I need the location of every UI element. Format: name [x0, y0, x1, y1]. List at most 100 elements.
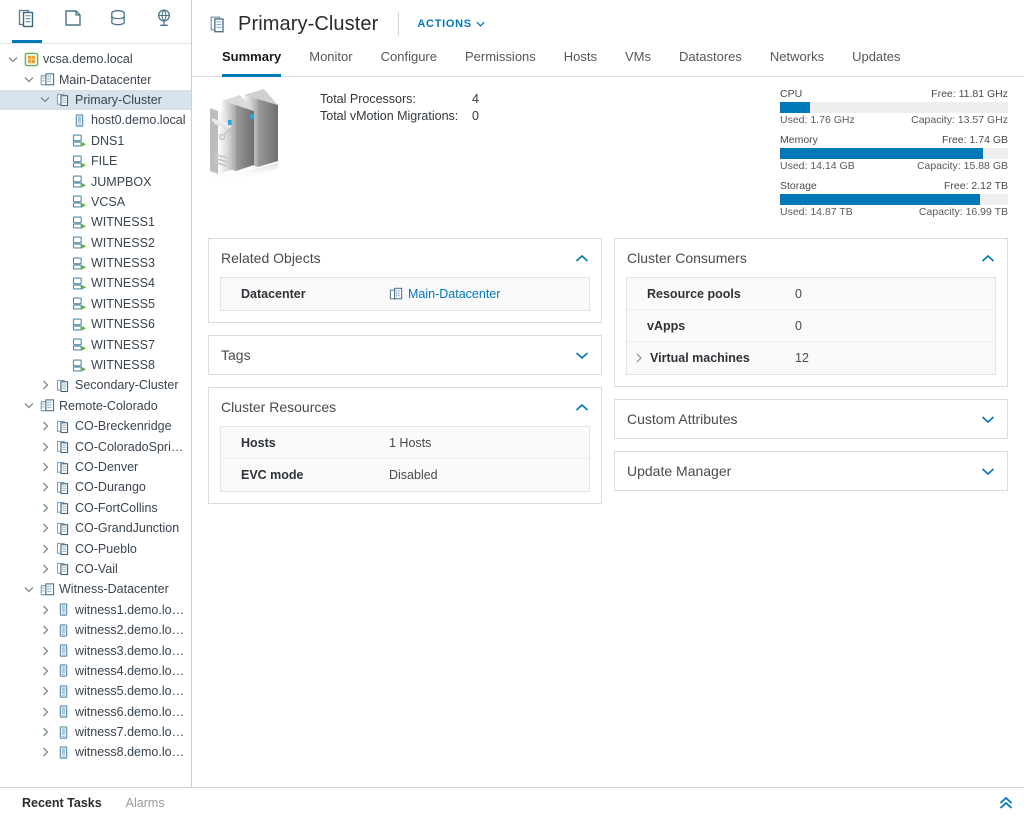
tree-item-witness2[interactable]: WITNESS2 [0, 233, 191, 253]
card-header-cluster-consumers[interactable]: Cluster Consumers [615, 239, 1007, 277]
chevron-right-icon[interactable] [36, 380, 54, 390]
inventory-tree[interactable]: vcsa.demo.local Main-Datacenter Primary-Cl… [0, 44, 191, 787]
tab-summary[interactable]: Summary [208, 48, 295, 77]
tree-item-witness5[interactable]: WITNESS5 [0, 294, 191, 314]
chevron-right-icon[interactable] [36, 503, 54, 513]
tab-permissions[interactable]: Permissions [451, 48, 550, 76]
tree-item-witness4[interactable]: WITNESS4 [0, 273, 191, 293]
header-divider [398, 12, 400, 36]
bottom-tab-recent-tasks[interactable]: Recent Tasks [10, 796, 114, 810]
tree-item-witness1[interactable]: WITNESS1 [0, 212, 191, 232]
bottom-tab-alarms[interactable]: Alarms [114, 796, 177, 810]
tree-item-witness2-demo-local[interactable]: witness2.demo.local [0, 620, 191, 640]
tree-item-vcsa-demo-local[interactable]: vcsa.demo.local [0, 49, 191, 69]
tab-networks[interactable]: Networks [756, 48, 838, 76]
datacenter-icon [389, 287, 403, 301]
chevron-down-icon[interactable] [575, 351, 589, 360]
tab-hosts[interactable]: Hosts [550, 48, 611, 76]
chevron-right-icon[interactable] [36, 747, 54, 757]
chevron-up-icon[interactable] [575, 403, 589, 412]
tree-item-jumpbox[interactable]: JUMPBOX [0, 171, 191, 191]
tab-datastores[interactable]: Datastores [665, 48, 756, 76]
chevron-right-icon[interactable] [36, 523, 54, 533]
inventory-tab-vms-and-templates[interactable] [50, 1, 96, 43]
tree-item-witness4-demo-local[interactable]: witness4.demo.local [0, 661, 191, 681]
chevron-up-icon[interactable] [981, 254, 995, 263]
table-row: Hosts 1 Hosts [221, 427, 589, 459]
tree-item-witness3[interactable]: WITNESS3 [0, 253, 191, 273]
tree-item-remote-colorado[interactable]: Remote-Colorado [0, 396, 191, 416]
tree-item-main-datacenter[interactable]: Main-Datacenter [0, 69, 191, 89]
tree-item-witness8-demo-local[interactable]: witness8.demo.local [0, 742, 191, 762]
tree-item-witness6-demo-local[interactable]: witness6.demo.local [0, 702, 191, 722]
double-chevron-up-icon[interactable] [998, 796, 1014, 810]
tree-item-co-pueblo[interactable]: CO-Pueblo [0, 538, 191, 558]
tab-vms[interactable]: VMs [611, 48, 665, 76]
capacity-used-label: Used: 14.87 TB [780, 206, 853, 218]
card-header-related-objects[interactable]: Related Objects [209, 239, 601, 277]
chevron-down-icon[interactable] [4, 56, 22, 63]
object-tabs[interactable]: Summary Monitor Configure Permissions Hosts V… [192, 48, 1024, 77]
tree-item-co-fortcollins[interactable]: CO-FortCollins [0, 498, 191, 518]
tree-item-witness6[interactable]: WITNESS6 [0, 314, 191, 334]
card-header-tags[interactable]: Tags [209, 336, 601, 374]
chevron-right-icon[interactable] [36, 544, 54, 554]
tree-item-secondary-cluster[interactable]: Secondary-Cluster [0, 375, 191, 395]
tree-item-witness7-demo-local[interactable]: witness7.demo.local [0, 722, 191, 742]
table-row[interactable]: Virtual machines 12 [627, 342, 995, 374]
tree-item-co-coloradosprings[interactable]: CO-ColoradoSprings [0, 436, 191, 456]
row-value-datacenter-link[interactable]: Main-Datacenter [389, 287, 500, 301]
table-row[interactable]: Datacenter Main-Datacenter [221, 278, 589, 310]
inventory-tab-storage[interactable] [96, 1, 142, 43]
chevron-right-icon[interactable] [633, 353, 645, 363]
chevron-right-icon[interactable] [36, 564, 54, 574]
tree-item-co-grandjunction[interactable]: CO-GrandJunction [0, 518, 191, 538]
card-header-cluster-resources[interactable]: Cluster Resources [209, 388, 601, 426]
tab-configure[interactable]: Configure [367, 48, 451, 76]
chevron-down-icon[interactable] [20, 586, 38, 593]
tree-item-co-vail[interactable]: CO-Vail [0, 559, 191, 579]
inventory-tab-networking[interactable] [141, 1, 187, 43]
chevron-down-icon[interactable] [20, 76, 38, 83]
tree-item-primary-cluster[interactable]: Primary-Cluster [0, 89, 191, 111]
chevron-down-icon[interactable] [20, 402, 38, 409]
tree-item-witness3-demo-local[interactable]: witness3.demo.local [0, 640, 191, 660]
tree-item-label: WITNESS4 [91, 276, 155, 291]
chevron-up-icon[interactable] [575, 254, 589, 263]
tab-monitor[interactable]: Monitor [295, 48, 366, 76]
chevron-down-icon[interactable] [36, 96, 54, 103]
chevron-right-icon[interactable] [36, 727, 54, 737]
vm-on-icon [70, 154, 89, 169]
chevron-right-icon[interactable] [36, 666, 54, 676]
actions-menu-button[interactable]: ACTIONS [417, 18, 485, 30]
tree-item-vcsa[interactable]: VCSA [0, 192, 191, 212]
chevron-right-icon[interactable] [36, 421, 54, 431]
tree-item-co-breckenridge[interactable]: CO-Breckenridge [0, 416, 191, 436]
tree-item-host0-demo-local[interactable]: host0.demo.local [0, 110, 191, 130]
inventory-tab-hosts-and-clusters[interactable] [4, 1, 50, 43]
tree-item-dns1[interactable]: DNS1 [0, 131, 191, 151]
vm-on-icon [70, 317, 89, 332]
chevron-right-icon[interactable] [36, 625, 54, 635]
tree-item-co-durango[interactable]: CO-Durango [0, 477, 191, 497]
chevron-right-icon[interactable] [36, 462, 54, 472]
tree-item-witness1-demo-local[interactable]: witness1.demo.local [0, 600, 191, 620]
tree-item-witness-datacenter[interactable]: Witness-Datacenter [0, 579, 191, 599]
chevron-right-icon[interactable] [36, 646, 54, 656]
chevron-down-icon[interactable] [981, 467, 995, 476]
tab-updates[interactable]: Updates [838, 48, 914, 76]
tree-item-file[interactable]: FILE [0, 151, 191, 171]
chevron-down-icon[interactable] [981, 415, 995, 424]
tree-item-co-denver[interactable]: CO-Denver [0, 457, 191, 477]
chevron-right-icon[interactable] [36, 605, 54, 615]
chevron-right-icon[interactable] [36, 686, 54, 696]
tree-item-witness5-demo-local[interactable]: witness5.demo.local [0, 681, 191, 701]
tree-item-witness7[interactable]: WITNESS7 [0, 334, 191, 354]
chevron-right-icon[interactable] [36, 482, 54, 492]
card-header-custom-attributes[interactable]: Custom Attributes [615, 400, 1007, 438]
bottom-bar-tabs[interactable]: Recent Tasks Alarms [10, 796, 177, 810]
card-header-update-manager[interactable]: Update Manager [615, 452, 1007, 490]
tree-item-witness8[interactable]: WITNESS8 [0, 355, 191, 375]
chevron-right-icon[interactable] [36, 707, 54, 717]
chevron-right-icon[interactable] [36, 442, 54, 452]
